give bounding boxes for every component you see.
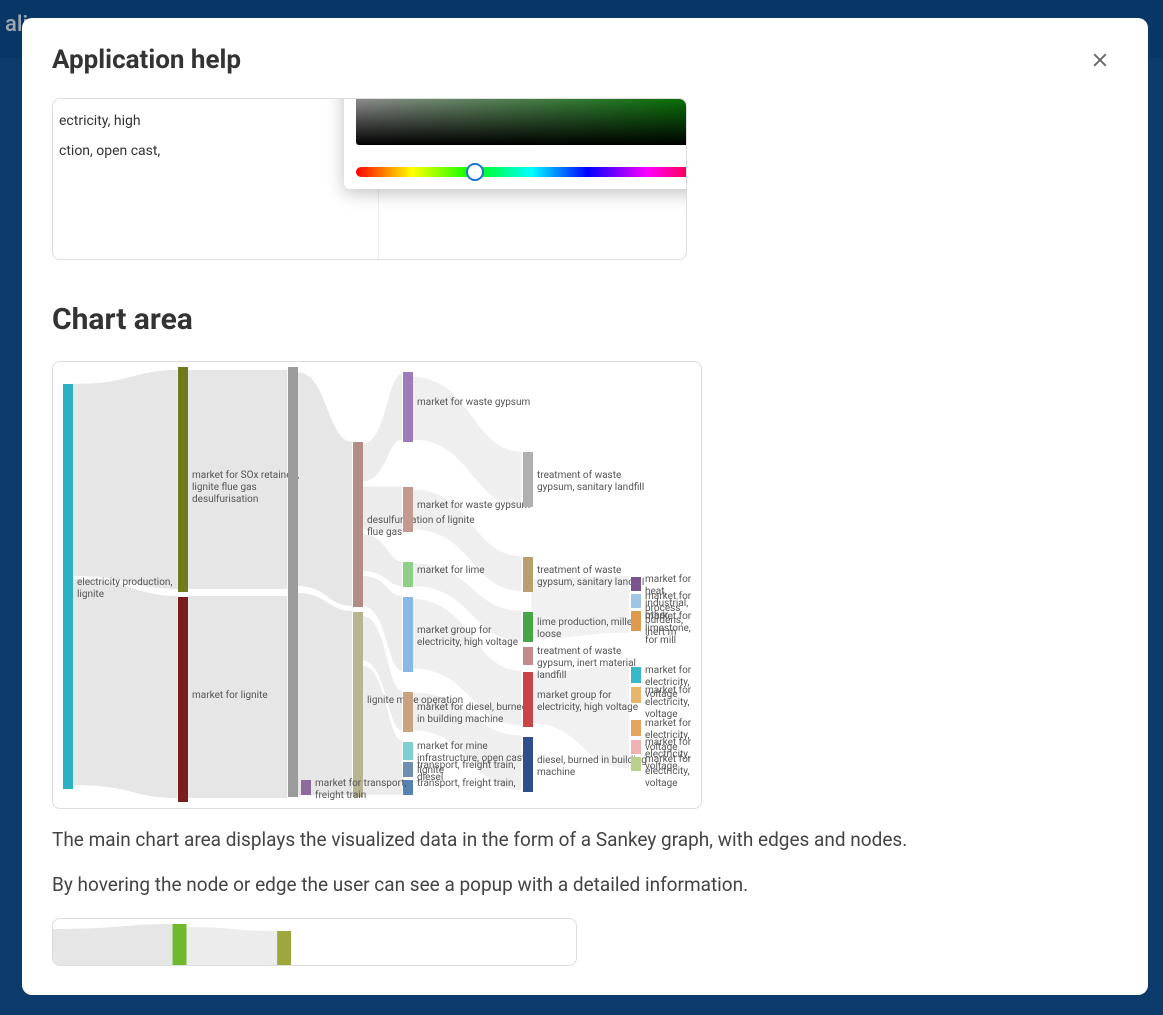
- sankey-node: [403, 742, 413, 760]
- sankey-node: [63, 384, 73, 789]
- sankey-node: [631, 720, 641, 736]
- sankey-node: [523, 452, 533, 507]
- sankey-node: [403, 487, 413, 532]
- close-button[interactable]: [1082, 42, 1118, 78]
- modal-body[interactable]: ectricity, high ction, open cast, Chart …: [22, 88, 1148, 995]
- sankey-node: [403, 762, 413, 777]
- sankey-node: [523, 612, 533, 642]
- sankey-node: [301, 780, 311, 795]
- sankey-illustration: electricity production, lignitemarket fo…: [52, 361, 702, 809]
- sankey-node: [523, 647, 533, 665]
- sankey-node-label: market for lignite: [192, 690, 268, 702]
- picker-left-text: ectricity, high ction, open cast,: [53, 99, 379, 259]
- sankey-node: [631, 611, 641, 631]
- sankey-node: [403, 692, 413, 732]
- close-icon: [1090, 50, 1110, 70]
- section-heading-chart-area: Chart area: [52, 302, 1118, 337]
- sankey-node-label: market for lime: [417, 565, 485, 577]
- sankey-node: [631, 577, 641, 591]
- sankey-node: [353, 612, 363, 797]
- sankey-node: [523, 672, 533, 727]
- sankey-node-label: market for limestone, for mill: [645, 611, 701, 647]
- sankey-node-label: treatment of waste gypsum, sanitary land…: [537, 470, 657, 494]
- sankey-node-label: market for waste gypsum: [417, 500, 530, 512]
- chart-area-paragraph-2: By hovering the node or edge the user ca…: [52, 872, 1118, 899]
- modal-title: Application help: [52, 45, 241, 75]
- picker-text-line: ction, open cast,: [59, 139, 372, 163]
- saturation-value-panel[interactable]: [356, 98, 687, 145]
- sankey-node: [288, 367, 298, 797]
- sankey-node: [403, 562, 413, 587]
- sankey-node-label: market for diesel, burned in building ma…: [417, 702, 537, 726]
- chart-area-paragraph-1: The main chart area displays the visuali…: [52, 827, 1118, 854]
- sankey-node-label: market for waste gypsum: [417, 397, 530, 409]
- sankey-node: [631, 687, 641, 703]
- sankey-node-label: market for electricity, voltage: [645, 685, 701, 721]
- modal-header: Application help: [22, 18, 1148, 88]
- color-picker-popover: [344, 98, 687, 189]
- sankey-node: [403, 372, 413, 442]
- picker-text-line: ectricity, high: [59, 109, 372, 133]
- sankey-node: [523, 557, 533, 592]
- sankey-node: [178, 597, 188, 802]
- help-modal: Application help ectricity, high ction, …: [22, 18, 1148, 995]
- sankey-node: [178, 367, 188, 592]
- sankey-node: [353, 442, 363, 607]
- sankey-node-label: desulfurisation of lignite flue gas: [367, 515, 487, 539]
- sankey-node: [631, 667, 641, 683]
- sankey-node: [631, 594, 641, 608]
- sankey-node: [631, 740, 641, 754]
- hue-slider[interactable]: [356, 167, 687, 177]
- sankey-node-label: market group for electricity, high volta…: [417, 625, 537, 649]
- color-picker-illustration: ectricity, high ction, open cast,: [52, 98, 687, 260]
- sankey-node: [523, 737, 533, 792]
- hue-slider-thumb[interactable]: [466, 163, 484, 181]
- sankey-node-label: market for electricity, voltage: [645, 754, 701, 790]
- sankey-node-label: market for transport, freight train: [315, 778, 435, 802]
- sankey-hover-illustration: [52, 918, 577, 966]
- sankey-node: [403, 597, 413, 672]
- sankey-node: [631, 757, 641, 771]
